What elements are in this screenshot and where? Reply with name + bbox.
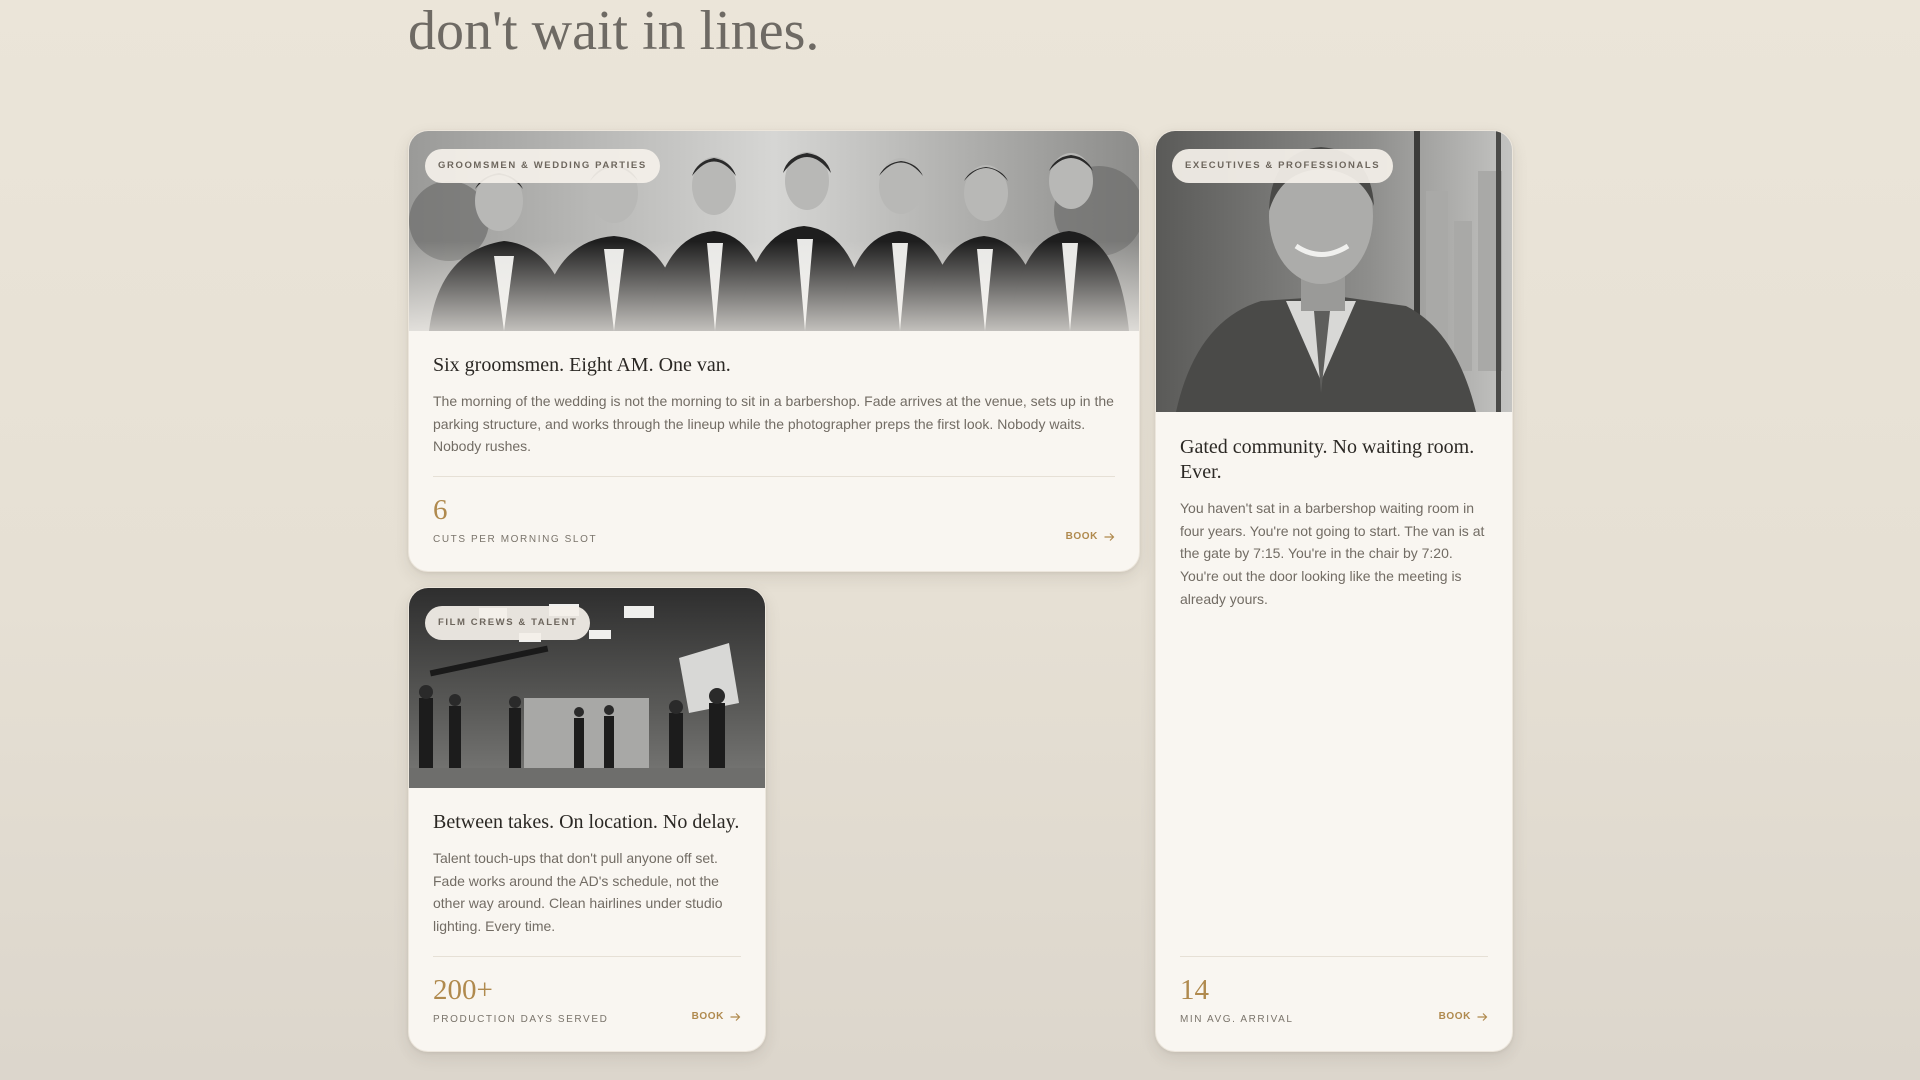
- arrow-right-icon: [1477, 1012, 1488, 1021]
- book-label: BOOK: [691, 1011, 724, 1022]
- stat-label: PRODUCTION DAYS SERVED: [433, 1014, 609, 1025]
- service-card-executives: EXECUTIVES & PROFESSIONALS Gated communi…: [1155, 130, 1513, 1052]
- card-footer: 200+ PRODUCTION DAYS SERVED BOOK: [433, 956, 741, 1051]
- card-description: You haven't sat in a barbershop waiting …: [1180, 500, 1485, 607]
- book-label: BOOK: [1065, 531, 1098, 542]
- card-footer: 14 MIN AVG. ARRIVAL BOOK: [1180, 956, 1488, 1051]
- service-card-film: FILM CREWS & TALENT Between takes. On lo…: [408, 587, 766, 1052]
- service-card-weddings: GROOMSMEN & WEDDING PARTIES Six groomsme…: [408, 130, 1140, 572]
- card-body: Gated community. No waiting room. Ever. …: [1180, 435, 1488, 611]
- category-badge: FILM CREWS & TALENT: [425, 606, 591, 640]
- book-button[interactable]: BOOK: [1439, 1011, 1488, 1022]
- card-title: Gated community. No waiting room. Ever.: [1180, 436, 1475, 483]
- category-badge: EXECUTIVES & PROFESSIONALS: [1172, 149, 1394, 183]
- book-button[interactable]: BOOK: [692, 1011, 741, 1022]
- arrow-right-icon: [1104, 532, 1115, 541]
- book-button[interactable]: BOOK: [1066, 531, 1115, 542]
- card-body: Between takes. On location. No delay. Ta…: [433, 810, 741, 938]
- stat-value: 14: [1180, 974, 1209, 1006]
- arrow-right-icon: [730, 1012, 741, 1021]
- stat-value: 6: [433, 494, 448, 526]
- category-badge: GROOMSMEN & WEDDING PARTIES: [425, 149, 660, 183]
- card-title: Between takes. On location. No delay.: [433, 811, 740, 833]
- section-headline: don't wait in lines.: [408, 0, 820, 62]
- book-label: BOOK: [1438, 1011, 1471, 1022]
- card-title: Six groomsmen. Eight AM. One van.: [433, 354, 731, 376]
- card-description: Talent touch-ups that don't pull anyone …: [433, 850, 723, 935]
- card-body: Six groomsmen. Eight AM. One van. The mo…: [433, 353, 1115, 458]
- stat-label: CUTS PER MORNING SLOT: [433, 534, 598, 545]
- stat-value: 200+: [433, 974, 493, 1006]
- card-description: The morning of the wedding is not the mo…: [433, 393, 1114, 455]
- card-footer: 6 CUTS PER MORNING SLOT BOOK: [433, 476, 1115, 571]
- stat-label: MIN AVG. ARRIVAL: [1180, 1014, 1294, 1025]
